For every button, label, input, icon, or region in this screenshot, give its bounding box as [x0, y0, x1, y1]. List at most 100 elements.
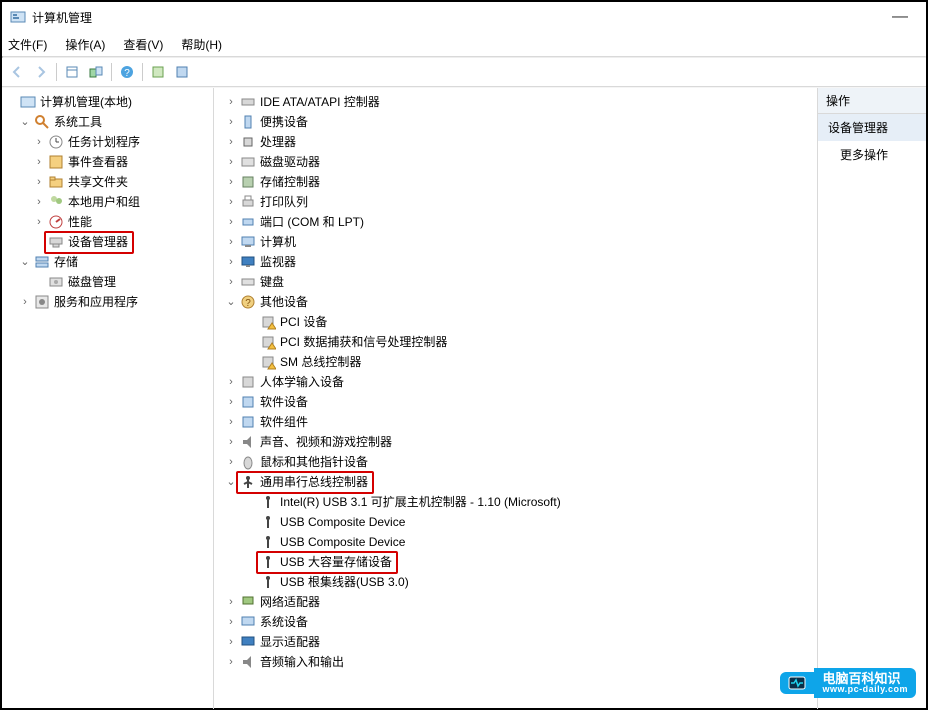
dev-network[interactable]: › 网络适配器 — [216, 592, 817, 612]
dev-computer[interactable]: ›计算机 — [216, 232, 817, 252]
chevron-right-icon[interactable]: › — [224, 133, 238, 152]
warn-icon — [260, 314, 276, 330]
dev-mouse[interactable]: › 鼠标和其他指针设备 — [216, 452, 817, 472]
back-button[interactable] — [6, 61, 28, 83]
tree-tasksched[interactable]: › 任务计划程序 — [4, 132, 213, 152]
users-icon — [48, 194, 64, 210]
chevron-right-icon[interactable]: › — [32, 153, 46, 172]
dev-sound[interactable]: ›声音、视频和游戏控制器 — [216, 432, 817, 452]
chevron-right-icon[interactable]: › — [224, 393, 238, 412]
titlebar: 计算机管理 — — [2, 2, 926, 32]
dev-other-pci[interactable]: PCI 设备 — [216, 312, 817, 332]
dev-usb-mass[interactable]: USB 大容量存储设备 — [216, 552, 817, 572]
chevron-right-icon[interactable]: › — [224, 173, 238, 192]
menu-help[interactable]: 帮助(H) — [181, 36, 222, 53]
toolbar-button-3[interactable] — [147, 61, 169, 83]
chevron-right-icon[interactable]: › — [224, 113, 238, 132]
chevron-right-icon[interactable]: › — [224, 153, 238, 172]
dev-ide[interactable]: › IDE ATA/ATAPI 控制器 — [216, 92, 817, 112]
dev-display[interactable]: ›显示适配器 — [216, 632, 817, 652]
chevron-right-icon[interactable]: › — [224, 633, 238, 652]
chevron-right-icon[interactable]: › — [18, 293, 32, 312]
tree-systools[interactable]: ⌄ 系统工具 — [4, 112, 213, 132]
chevron-right-icon[interactable]: › — [224, 253, 238, 272]
chevron-right-icon[interactable]: › — [32, 173, 46, 192]
actions-context[interactable]: 设备管理器 — [818, 114, 926, 141]
menu-file[interactable]: 文件(F) — [8, 36, 47, 53]
tree-storage[interactable]: ⌄存储 — [4, 252, 213, 272]
dev-other-pcisig[interactable]: PCI 数据捕获和信号处理控制器 — [216, 332, 817, 352]
forward-button[interactable] — [30, 61, 52, 83]
chevron-down-icon[interactable]: ⌄ — [18, 253, 32, 272]
chevron-right-icon[interactable]: › — [224, 273, 238, 292]
chevron-right-icon[interactable]: › — [224, 593, 238, 612]
chevron-right-icon[interactable]: › — [224, 193, 238, 212]
dev-hid[interactable]: › 人体学输入设备 — [216, 372, 817, 392]
dev-usb-comp1[interactable]: USB Composite Device — [216, 512, 817, 532]
toolbar-button-2[interactable] — [85, 61, 107, 83]
tree-label: Intel(R) USB 3.1 可扩展主机控制器 - 1.10 (Micros… — [280, 493, 561, 512]
menu-view[interactable]: 查看(V) — [123, 36, 163, 53]
chevron-right-icon[interactable]: › — [32, 133, 46, 152]
tree-perf[interactable]: ›性能 — [4, 212, 213, 232]
dev-portable[interactable]: ›便携设备 — [216, 112, 817, 132]
dev-diskdrives[interactable]: ›磁盘驱动器 — [216, 152, 817, 172]
tree-diskmgmt[interactable]: 磁盘管理 — [4, 272, 213, 292]
menu-action[interactable]: 操作(A) — [65, 36, 105, 53]
dev-storagectrl[interactable]: ›存储控制器 — [216, 172, 817, 192]
dev-swcomp[interactable]: ›软件组件 — [216, 412, 817, 432]
chevron-right-icon[interactable]: › — [224, 433, 238, 452]
tree-sharedfolders[interactable]: ›共享文件夹 — [4, 172, 213, 192]
help-button[interactable]: ? — [116, 61, 138, 83]
chevron-right-icon[interactable]: › — [32, 213, 46, 232]
tree-root[interactable]: 计算机管理(本地) — [4, 92, 213, 112]
dev-printq[interactable]: ›打印队列 — [216, 192, 817, 212]
dev-usb[interactable]: ⌄通用串行总线控制器 — [216, 472, 817, 492]
chevron-right-icon[interactable]: › — [224, 653, 238, 672]
chevron-right-icon[interactable]: › — [224, 453, 238, 472]
tools-icon — [34, 114, 50, 130]
tree-label: 本地用户和组 — [68, 193, 140, 212]
chevron-right-icon[interactable]: › — [224, 413, 238, 432]
tree-label: 系统工具 — [54, 113, 102, 132]
network-icon — [240, 594, 256, 610]
mmc-tree[interactable]: 计算机管理(本地) ⌄ 系统工具 › 任务计划程序 ›事件查看器 ›共享文件夹 › 本… — [4, 92, 213, 312]
tree-eventviewer[interactable]: ›事件查看器 — [4, 152, 213, 172]
toolbar-button-1[interactable] — [61, 61, 83, 83]
chevron-right-icon[interactable]: › — [224, 233, 238, 252]
devmgr-icon — [48, 234, 64, 250]
chevron-right-icon[interactable]: › — [224, 613, 238, 632]
tree-label: 网络适配器 — [260, 593, 320, 612]
dev-usb-comp2[interactable]: USB Composite Device — [216, 532, 817, 552]
dev-keyboard[interactable]: ›键盘 — [216, 272, 817, 292]
chevron-right-icon[interactable]: › — [224, 373, 238, 392]
dev-other-sm[interactable]: SM 总线控制器 — [216, 352, 817, 372]
dev-swdev[interactable]: › 软件设备 — [216, 392, 817, 412]
tree-localusers[interactable]: › 本地用户和组 — [4, 192, 213, 212]
actions-more[interactable]: 更多操作 — [818, 141, 926, 168]
device-tree[interactable]: › IDE ATA/ATAPI 控制器 ›便携设备 ›处理器 ›磁盘驱动器 ›存储… — [216, 92, 817, 672]
chevron-right-icon[interactable]: › — [32, 193, 46, 212]
dev-ports[interactable]: ›端口 (COM 和 LPT) — [216, 212, 817, 232]
tree-label: 人体学输入设备 — [260, 373, 344, 392]
tree-devmgr[interactable]: 设备管理器 — [4, 232, 213, 252]
chevron-down-icon[interactable]: ⌄ — [224, 293, 238, 312]
toolbar-button-4[interactable] — [171, 61, 193, 83]
tree-services[interactable]: ›服务和应用程序 — [4, 292, 213, 312]
dev-other[interactable]: ⌄?其他设备 — [216, 292, 817, 312]
chevron-right-icon[interactable]: › — [224, 93, 238, 112]
minimize-button[interactable]: — — [882, 8, 918, 26]
tree-label: 鼠标和其他指针设备 — [260, 453, 368, 472]
tree-label: 任务计划程序 — [68, 133, 140, 152]
chevron-right-icon[interactable]: › — [224, 213, 238, 232]
dev-cpu[interactable]: ›处理器 — [216, 132, 817, 152]
tree-label: 软件设备 — [260, 393, 308, 412]
dev-monitor[interactable]: ›监视器 — [216, 252, 817, 272]
tree-label: USB Composite Device — [280, 533, 405, 552]
dev-usb-intel[interactable]: Intel(R) USB 3.1 可扩展主机控制器 - 1.10 (Micros… — [216, 492, 817, 512]
dev-sysdev[interactable]: ›系统设备 — [216, 612, 817, 632]
chevron-down-icon[interactable]: ⌄ — [18, 113, 32, 132]
tree-label: IDE ATA/ATAPI 控制器 — [260, 93, 380, 112]
dev-audio[interactable]: ›音频输入和输出 — [216, 652, 817, 672]
dev-usb-root[interactable]: USB 根集线器(USB 3.0) — [216, 572, 817, 592]
